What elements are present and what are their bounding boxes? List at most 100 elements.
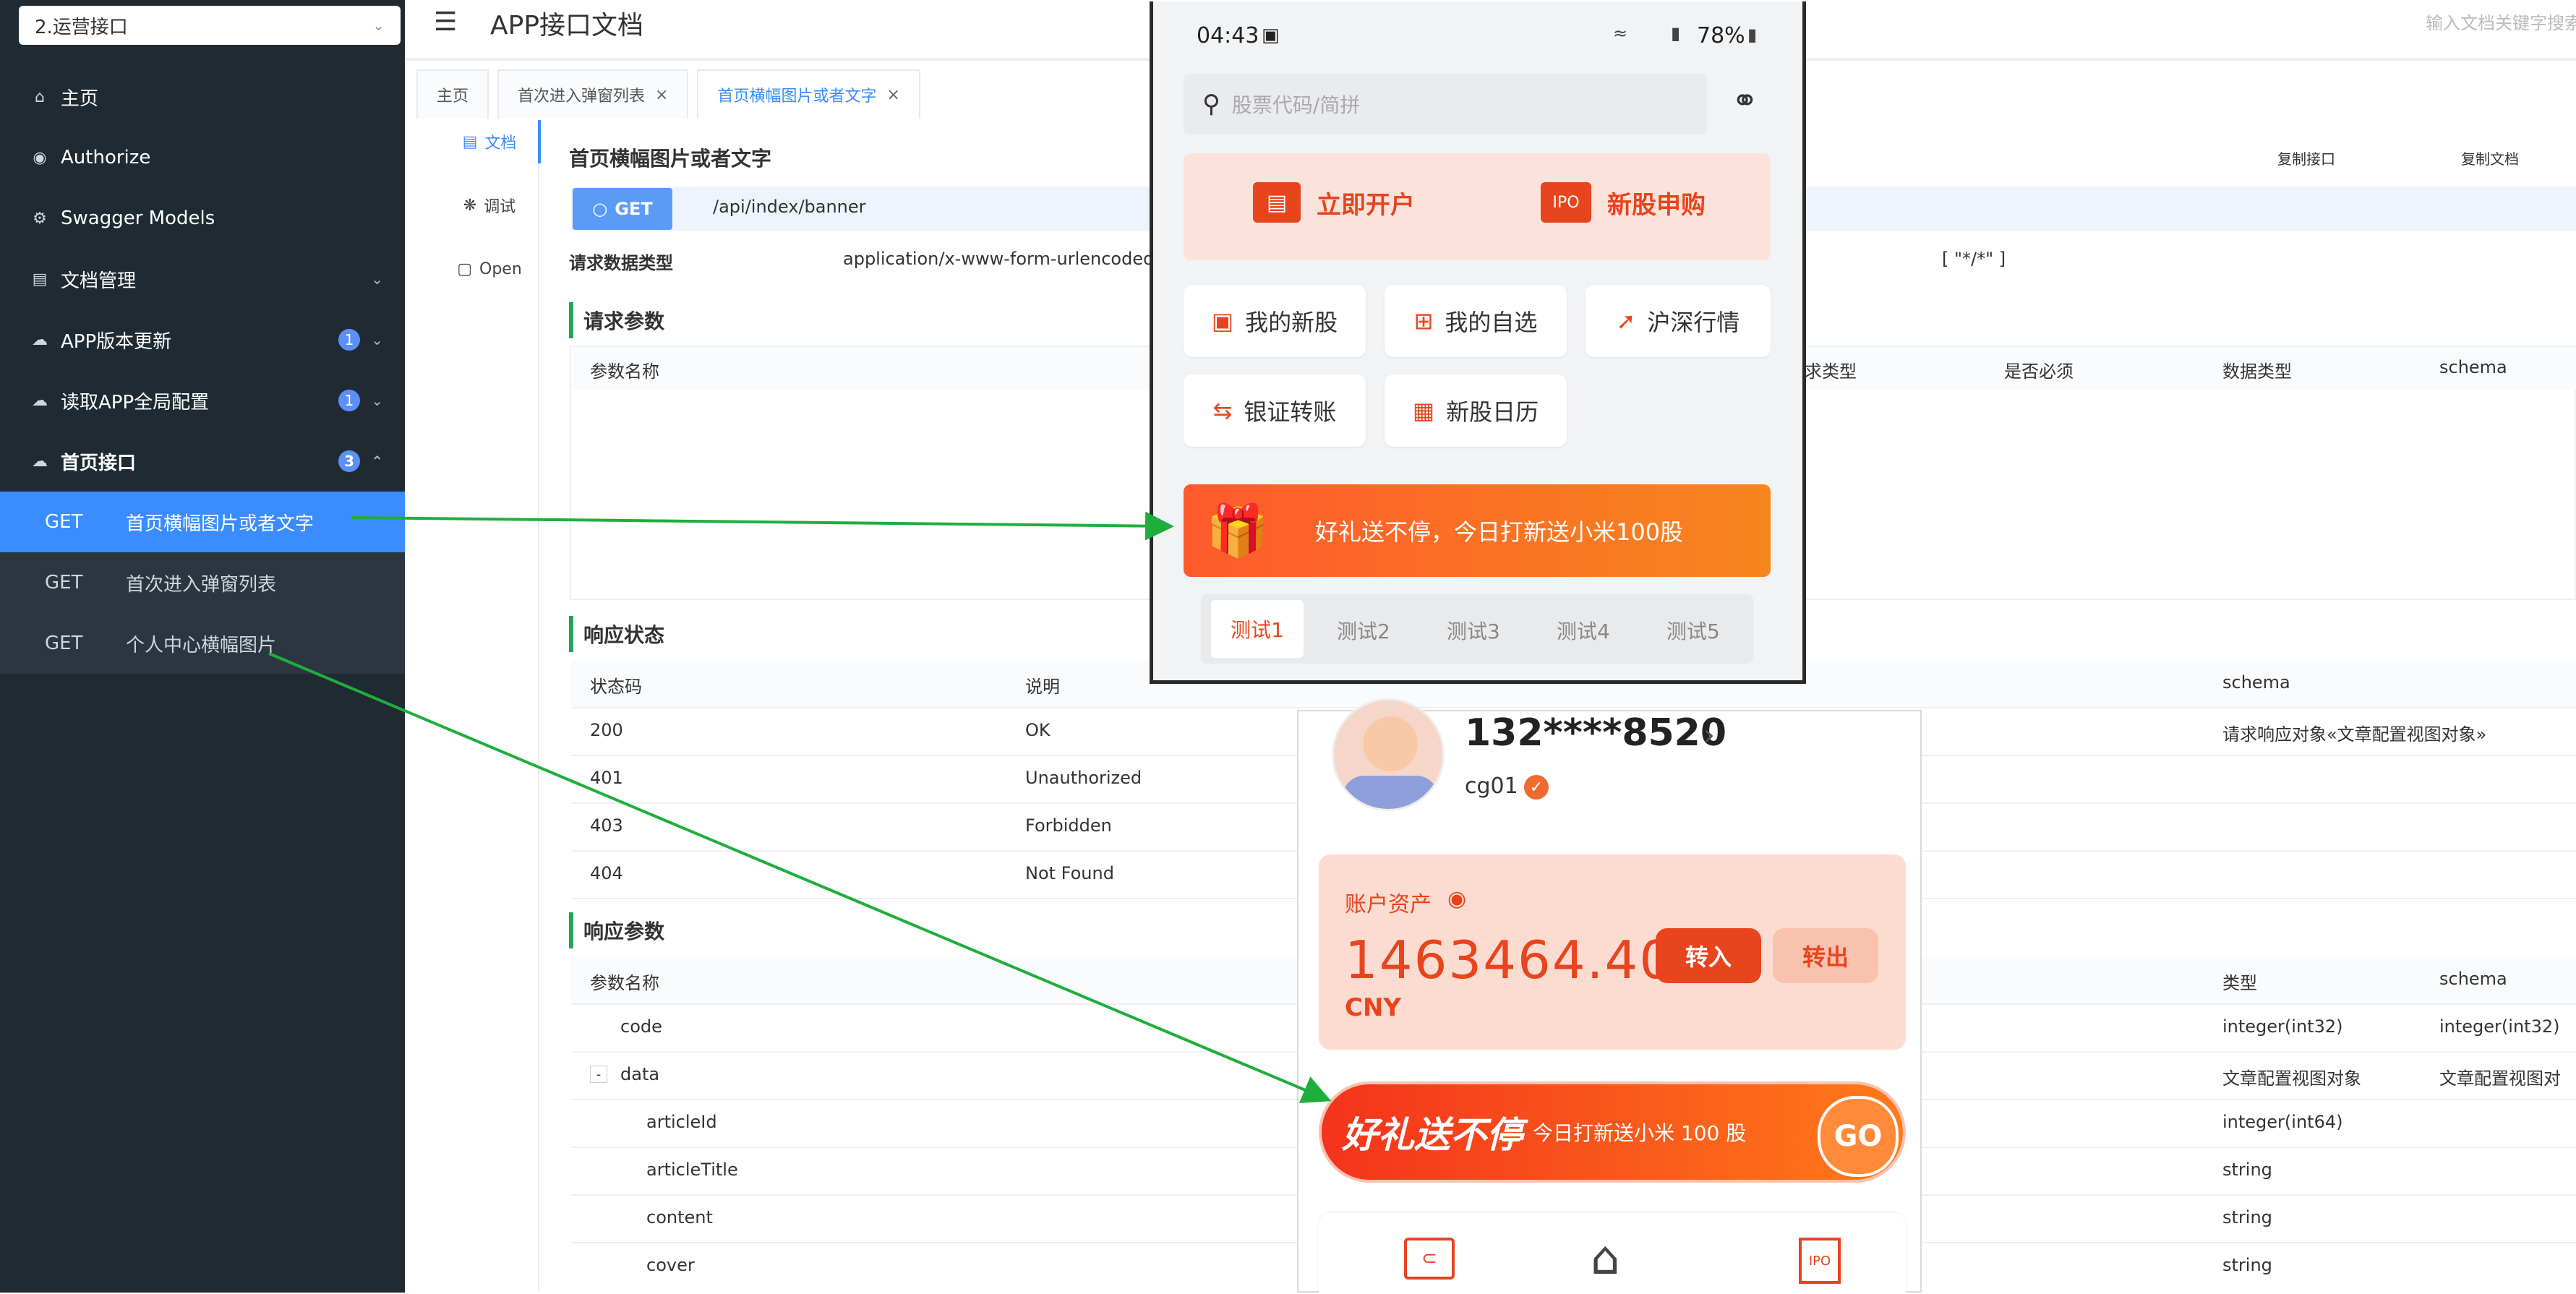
home-icon[interactable]: ⌂ [1591,1232,1620,1285]
grid-item-bank-transfer[interactable]: ⇆ 银证转账 [1184,374,1366,447]
cloud-icon: ☁ [32,330,48,349]
copy-api-button[interactable]: 复制接口 [2277,147,2335,168]
tab-label: 首页横幅图片或者文字 [717,87,877,106]
grid-item-label: 新股日历 [1446,398,1539,426]
document-icon: ▤ [462,132,478,151]
sidebar-item-swagger-models[interactable]: ⚙ Swagger Models [0,188,405,249]
search-icon: ⚲ [1202,90,1220,119]
eye-icon[interactable]: ◉ [1447,886,1466,912]
vnav-doc[interactable]: ▤ 文档 [441,120,541,163]
vnav-label: Open [479,260,522,278]
test-tab-5[interactable]: 测试5 [1666,616,1720,645]
transfer-in-button[interactable]: 转入 [1656,928,1761,983]
grid-item-label: 沪深行情 [1647,309,1740,336]
count-badge: 1 [338,329,360,351]
tab-popup-list[interactable]: 首次进入弹窗列表 × [497,69,689,119]
add-square-icon: ⊞ [1413,307,1434,335]
status-schema[interactable]: 请求响应对象«文章配置视图对象» [2222,720,2486,745]
copy-doc-button[interactable]: 复制文档 [2461,147,2519,168]
test-tab-2[interactable]: 测试2 [1337,616,1390,645]
calendar-icon: ▦ [1412,397,1435,424]
document-icon: ▤ [32,270,48,288]
section-title-text: 响应参数 [583,920,665,943]
sidebar-item-label: 文档管理 [61,270,137,292]
ipo-card-icon: ▣ [1211,307,1234,335]
status-time: 04:43 [1197,23,1259,48]
battery-icon: ▮ [1747,25,1758,45]
test-tab-1[interactable]: 测试1 [1211,600,1304,658]
promo-big-text: 好礼送不停 [1342,1114,1523,1156]
home-screen-screenshot: 04:43 ▣ ≈ ▮ 78% ▮ ⚲ 股票代码/简拼 ⚭ ▤ 立即开户 IPO… [1150,1,1806,684]
resp-status-title: 响应状态 [569,616,664,652]
sidebar-subitem-profile-banner[interactable]: GET 个人中心横幅图片 [0,613,405,674]
sidebar-item-home[interactable]: ⌂ 主页 [0,67,405,127]
close-icon[interactable]: × [886,86,899,104]
headset-icon[interactable]: ⚭ [1732,82,1758,119]
grid-item-label: 银证转账 [1244,398,1337,426]
profile-promo-banner[interactable]: 好礼送不停 今日打新送小米 100 股 GO [1319,1081,1906,1183]
grid-item-my-watchlist[interactable]: ⊞ 我的自选 [1385,285,1567,357]
gear-icon: ⚙ [33,209,47,228]
grid-item-market[interactable]: ➚ 沪深行情 [1586,285,1771,357]
sidebar-subitem-popup-list[interactable]: GET 首次进入弹窗列表 [0,552,405,613]
file-icon: ▢ [457,260,473,278]
tab-label: 首次进入弹窗列表 [518,87,646,106]
tab-banner[interactable]: 首页横幅图片或者文字 × [697,69,920,119]
search-input[interactable]: 输入文档关键字搜索 [2426,9,2576,34]
grid-item-ipo-calendar[interactable]: ▦ 新股日历 [1385,374,1567,447]
sidebar-item-global-config[interactable]: ☁ 读取APP全局配置 1 ⌄ [0,370,405,431]
search-placeholder: 股票代码/简拼 [1231,93,1361,117]
col-header: 参数名称 [590,361,659,382]
method-badge: ○ GET [573,188,672,230]
vnav-label: 调试 [484,198,516,216]
ipo-subscribe-button[interactable]: IPO 新股申购 [1541,182,1706,223]
avatar [1332,698,1445,811]
close-icon[interactable]: × [655,86,668,104]
sidebar: 2.运营接口 ⌄ ⌂ 主页 ◉ Authorize ⚙ Swagger Mode… [0,0,405,1293]
param-name: code [620,1016,662,1037]
resp-params-title: 响应参数 [569,912,664,948]
username: cg01 [1465,774,1518,799]
vnav-debug[interactable]: ❋ 调试 [441,184,538,227]
test-tab-label: 测试1 [1231,618,1284,642]
col-header: schema [2439,357,2507,377]
unlock-icon: ○ [592,199,608,219]
sidebar-subitem-banner[interactable]: GET 首页横幅图片或者文字 [0,492,405,552]
sidebar-item-doc-manage[interactable]: ▤ 文档管理 ⌄ [0,249,405,309]
sidebar-item-authorize[interactable]: ◉ Authorize [0,127,405,188]
col-header: 数据类型 [2222,361,2292,382]
wifi-icon: ≈ [1613,23,1628,43]
tab-home[interactable]: 主页 [416,69,489,119]
stock-search-input[interactable]: ⚲ 股票代码/简拼 [1184,74,1707,134]
chevron-right-icon[interactable]: › [1703,719,1715,752]
avatar-body [1343,776,1438,809]
collapse-toggle[interactable]: - [590,1066,607,1083]
go-button[interactable]: GO [1818,1096,1899,1177]
test-tab-3[interactable]: 测试3 [1447,616,1500,645]
group-select[interactable]: 2.运营接口 ⌄ [19,6,401,45]
sidebar-item-home-api[interactable]: ☁ 首页接口 3 ⌃ [0,431,405,492]
param-name: data [620,1064,660,1084]
col-header: schema [2439,969,2507,989]
sidebar-item-label: 主页 [61,87,99,110]
menu-toggle-icon[interactable]: ☰ [434,7,457,37]
promo-banner[interactable]: 🎁 好礼送不停，今日打新送小米100股 [1184,484,1771,577]
col-header: schema [2222,672,2290,693]
tab-bar: 主页 首次进入弹窗列表 × 首页横幅图片或者文字 × [416,69,929,119]
open-account-button[interactable]: ▤ 立即开户 [1253,182,1415,223]
sidebar-item-app-version[interactable]: ☁ APP版本更新 1 ⌄ [0,309,405,370]
vnav-open[interactable]: ▢ Open [441,247,538,291]
grid-item-my-ipo[interactable]: ▣ 我的新股 [1184,285,1366,357]
transfer-out-button[interactable]: 转出 [1773,928,1878,983]
wallet-icon[interactable]: ⊂ [1404,1238,1455,1280]
ipo-bookmark-icon[interactable]: IPO [1799,1238,1841,1284]
sidebar-item-label: Authorize [61,147,151,168]
method-label: GET [45,633,83,654]
resp-type-value: [ "*/*" ] [1942,249,2006,269]
col-header: 说明 [1025,677,1060,697]
param-name: content [646,1207,713,1227]
signal-icon: ▮ [1671,23,1681,43]
cloud-icon: ☁ [32,391,48,410]
doc-side-nav: ▤ 文档 ❋ 调试 ▢ Open [434,120,541,1293]
test-tab-4[interactable]: 测试4 [1557,616,1610,645]
